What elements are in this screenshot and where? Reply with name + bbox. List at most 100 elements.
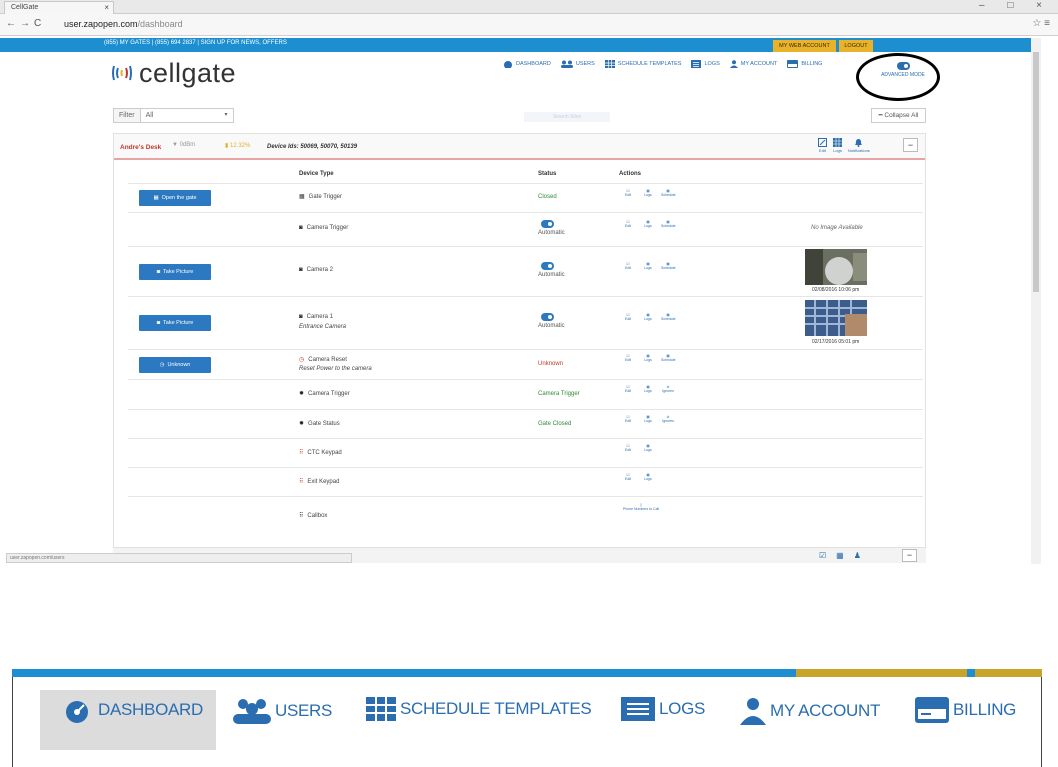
battery-level: ▮ 12.32%	[225, 142, 250, 149]
signal-value: 0dBm	[179, 142, 196, 148]
next-site-actions[interactable]: ☑▦♟	[819, 551, 871, 560]
unknown-button[interactable]: ◷ Unknown	[139, 357, 211, 373]
nav-my-account[interactable]: MY ACCOUNT	[729, 60, 777, 68]
nav-schedule-templates[interactable]: SCHEDULE TEMPLATES	[604, 60, 682, 68]
logout-button[interactable]: LOGOUT	[839, 40, 873, 52]
automatic-toggle[interactable]	[541, 220, 554, 228]
logs-button[interactable]: ▦ Logs	[641, 354, 655, 362]
collapse-site-button[interactable]: −	[902, 549, 917, 562]
nav-label: SCHEDULE TEMPLATES	[617, 61, 682, 67]
schedule-button[interactable]: ▦ Schedule	[661, 189, 676, 197]
device-ids: Device Ids: 50069, 50070, 50139	[267, 144, 358, 150]
zoom-strip-gold	[975, 669, 1042, 677]
my-web-account-button[interactable]: MY WEB ACCOUNT	[773, 40, 836, 52]
nav-label: SCHEDULE TEMPLATES	[400, 699, 592, 718]
edit-button[interactable]: ☑ Edit	[621, 444, 635, 452]
edit-button[interactable]: ☑ Edit	[621, 220, 635, 228]
scrollbar-thumb[interactable]	[1033, 52, 1039, 292]
device-status: Closed	[538, 194, 557, 200]
logs-button[interactable]: ▦ Logs	[641, 189, 655, 197]
device-actions: ☑ Edit ▦ Logs ⊘ Ignores	[621, 415, 675, 423]
zoom-nav-users[interactable]: USERS	[233, 697, 332, 725]
filter-bar: Filter All ▾	[113, 108, 234, 123]
logs-button[interactable]: ▦ Logs	[641, 415, 655, 423]
device-row: ✹ Gate Status Gate Closed ☑ Edit ▦ Logs ⊘ Ig…	[128, 409, 923, 438]
site-title[interactable]: Andre's Desk	[120, 144, 161, 151]
button-label: Open the gate	[161, 195, 197, 201]
action-label: Edit	[624, 448, 632, 452]
schedule-button[interactable]: ▦ Schedule	[661, 262, 676, 270]
action-label: Schedule	[661, 193, 676, 197]
logs-button[interactable]: ▦ Logs	[641, 262, 655, 270]
zoom-nav-my-account[interactable]: MY ACCOUNT	[740, 697, 880, 725]
take-picture-button[interactable]: ◙ Take Picture	[139, 264, 211, 280]
zoom-nav-dashboard[interactable]: DASHBOARD	[60, 697, 203, 723]
edit-button[interactable]: ☑ Edit	[621, 262, 635, 270]
collapse-site-button[interactable]: −	[903, 138, 918, 152]
action-label: Edit	[624, 317, 632, 321]
edit-button[interactable]: ☑ Edit	[621, 313, 635, 321]
zoom-nav-logs[interactable]: LOGS	[621, 697, 705, 721]
edit-button[interactable]: ☑ Edit	[621, 415, 635, 423]
logs-button[interactable]: ▦ Logs	[641, 444, 655, 452]
edit-icon	[818, 138, 827, 147]
action-label: Notifications	[848, 148, 870, 153]
automatic-toggle[interactable]	[541, 262, 554, 270]
logs-button[interactable]: ▦ Logs	[641, 473, 655, 481]
gate-icon: ▦	[299, 194, 305, 200]
camera-icon: ◙	[299, 225, 303, 231]
action-label: Schedule	[661, 266, 676, 270]
site-actions: Edit Logs Notifications	[818, 138, 870, 153]
page-scrollbar[interactable]	[1031, 38, 1041, 564]
camera-icon: ◙	[156, 269, 161, 275]
device-name: Callbox	[307, 512, 328, 519]
logs-button[interactable]: ▦ Logs	[641, 385, 655, 393]
nav-users[interactable]: USERS	[560, 60, 595, 68]
camera-snapshot[interactable]	[805, 249, 867, 285]
filter-label: Filter	[113, 108, 141, 123]
device-actions: ☑ Edit ▦ Logs ▦ Schedule	[621, 354, 676, 362]
browser-tab[interactable]: CellGate ×	[4, 1, 114, 14]
tab-close-icon[interactable]: ×	[104, 3, 109, 12]
button-label: Unknown	[167, 362, 191, 368]
logs-button[interactable]: ▦ Logs	[641, 220, 655, 228]
phone-numbers-button[interactable]: ▯ Phone Numbers to Call	[621, 503, 661, 511]
ignores-button[interactable]: ⊘ Ignores	[661, 385, 675, 393]
zoom-nav-schedule-templates[interactable]: SCHEDULE TEMPLATES	[366, 697, 592, 721]
edit-button[interactable]: ☑ Edit	[621, 385, 635, 393]
zoom-nav-billing[interactable]: BILLING	[915, 697, 1016, 723]
url-field[interactable]: user.zapopen.com/dashboard	[64, 19, 183, 29]
device-type: ▦ Gate Trigger	[299, 193, 342, 201]
nav-dashboard[interactable]: DASHBOARD	[503, 60, 551, 68]
search-sites-input[interactable]: Search Sites	[524, 112, 610, 122]
schedule-button[interactable]: ▦ Schedule	[661, 220, 676, 228]
edit-button[interactable]: ☑ Edit	[621, 189, 635, 197]
top-strip-info[interactable]: (855) MY GATES | (855) 694 2837 | SIGN U…	[104, 40, 287, 46]
automatic-toggle[interactable]	[541, 313, 554, 321]
cellgate-logo[interactable]: cellgate	[111, 58, 236, 88]
action-label: Schedule	[661, 224, 676, 228]
take-picture-button[interactable]: ◙ Take Picture	[139, 315, 211, 331]
open-gate-button[interactable]: ▦ Open the gate	[139, 190, 211, 206]
filter-select[interactable]: All ▾	[140, 108, 234, 123]
schedule-button[interactable]: ▦ Schedule	[661, 313, 676, 321]
device-row: ⠿ Callbox ▯ Phone Numbers to Call	[128, 496, 923, 538]
edit-button[interactable]: ☑ Edit	[621, 354, 635, 362]
schedule-button[interactable]: ▦ Schedule	[661, 354, 676, 362]
collapse-all-button[interactable]: ━ Collapse All	[871, 108, 926, 123]
browser-nav-buttons[interactable]: ←→C	[6, 18, 45, 29]
site-logs-button[interactable]: Logs	[833, 138, 842, 153]
camera-snapshot[interactable]	[805, 300, 867, 336]
nav-logs[interactable]: LOGS	[691, 60, 720, 68]
dashboard-icon	[504, 61, 512, 68]
ignores-button[interactable]: ⊘ Ignores	[661, 415, 675, 423]
logs-button[interactable]: ▦ Logs	[641, 313, 655, 321]
browser-menu-icon[interactable]: ☆ ≡	[1032, 18, 1050, 29]
window-controls[interactable]: – □ ×	[979, 0, 1052, 11]
site-notifications-button[interactable]: Notifications	[848, 138, 870, 153]
action-label: Logs	[644, 477, 652, 481]
site-edit-button[interactable]: Edit	[818, 138, 827, 153]
nav-billing[interactable]: BILLING	[787, 60, 822, 68]
edit-button[interactable]: ☑ Edit	[621, 473, 635, 481]
device-type: ✹ Gate Status	[299, 420, 340, 428]
